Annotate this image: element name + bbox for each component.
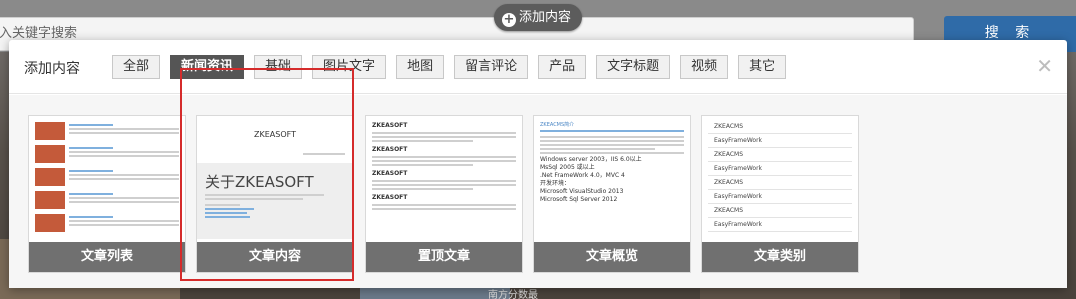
pinned-article-thumbnail: ZKEASOFT ZKEASOFT ZKEASOFT ZKEASOFT [366,116,522,242]
plus-icon: + [502,12,516,27]
template-card-article-category[interactable]: ZKEACMS EasyFrameWork ZKEACMS EasyFrameW… [701,115,859,273]
template-card-label: 文章内容 [197,242,353,272]
add-content-button[interactable]: + 添加内容 [494,4,582,31]
article-summary-thumbnail: ZKEACMS简介 Windows server 2003，IIS 6.0以上 … [534,116,690,242]
filter-video[interactable]: 视频 [680,55,729,79]
thumb-site-name: ZKEASOFT [372,146,408,153]
thumb-category-item: ZKEACMS [708,120,852,134]
template-card-article-summary[interactable]: ZKEACMS简介 Windows server 2003，IIS 6.0以上 … [533,115,691,273]
template-card-label: 文章列表 [29,242,185,272]
thumb-line: .Net FrameWork 4.0，MVC 4 [540,172,625,179]
thumb-site-name: ZKEASOFT [372,194,408,201]
thumb-line: MsSql 2005 或以上 [540,164,595,171]
filter-map[interactable]: 地图 [396,55,445,79]
thumb-site-name: ZKEASOFT [372,170,408,177]
thumb-category-item: ZKEACMS [708,204,852,218]
thumb-site-name: ZKEASOFT [254,130,296,139]
filter-other[interactable]: 其它 [738,55,787,79]
thumb-line: Microsoft Sql Server 2012 [540,196,618,203]
thumb-title: ZKEACMS简介 [540,122,684,132]
thumb-site-name: ZKEASOFT [372,122,408,129]
template-gallery: 文章列表 ZKEASOFT 关于ZKEASOFT 文章内容 ZKEASOFT Z… [9,95,1067,288]
template-card-pinned-article[interactable]: ZKEASOFT ZKEASOFT ZKEASOFT ZKEASOFT 置顶文章 [365,115,523,273]
add-content-label: 添加内容 [519,10,572,25]
template-card-label: 文章类别 [702,242,858,272]
thumb-category-item: EasyFrameWork [708,190,852,204]
article-category-thumbnail: ZKEACMS EasyFrameWork ZKEACMS EasyFrameW… [702,116,858,242]
filter-image-text[interactable]: 图片文字 [312,55,387,79]
filter-comments[interactable]: 留言评论 [454,55,529,79]
filter-text-title[interactable]: 文字标题 [596,55,671,79]
add-content-modal: 添加内容 全部 新闻资讯 基础 图片文字 地图 留言评论 产品 文字标题 视频 … [9,40,1067,288]
thumb-category-item: ZKEACMS [708,148,852,162]
modal-header: 添加内容 全部 新闻资讯 基础 图片文字 地图 留言评论 产品 文字标题 视频 … [9,40,1067,94]
filter-all[interactable]: 全部 [112,55,161,79]
thumb-category-item: EasyFrameWork [708,218,852,232]
thumb-heading: 关于ZKEASOFT [205,173,314,191]
filter-basic[interactable]: 基础 [254,55,303,79]
template-card-article-content[interactable]: ZKEASOFT 关于ZKEASOFT 文章内容 [196,115,354,273]
filter-tabs: 全部 新闻资讯 基础 图片文字 地图 留言评论 产品 文字标题 视频 其它 [112,55,796,79]
modal-title: 添加内容 [24,61,80,77]
thumb-line: Windows server 2003，IIS 6.0以上 [540,156,642,163]
thumb-category-item: EasyFrameWork [708,134,852,148]
thumb-line: 开发环境： [540,180,571,187]
thumb-category-item: EasyFrameWork [708,162,852,176]
filter-products[interactable]: 产品 [538,55,587,79]
template-card-article-list[interactable]: 文章列表 [28,115,186,273]
thumb-line: Microsoft VisualStudio 2013 [540,188,624,195]
template-card-label: 置顶文章 [366,242,522,272]
thumb-category-item: ZKEACMS [708,176,852,190]
close-icon[interactable]: ✕ [1036,54,1053,78]
filter-news[interactable]: 新闻资讯 [170,55,245,79]
article-list-thumbnail [29,116,185,242]
article-content-thumbnail: ZKEASOFT 关于ZKEASOFT [197,116,353,242]
template-card-label: 文章概览 [534,242,690,272]
